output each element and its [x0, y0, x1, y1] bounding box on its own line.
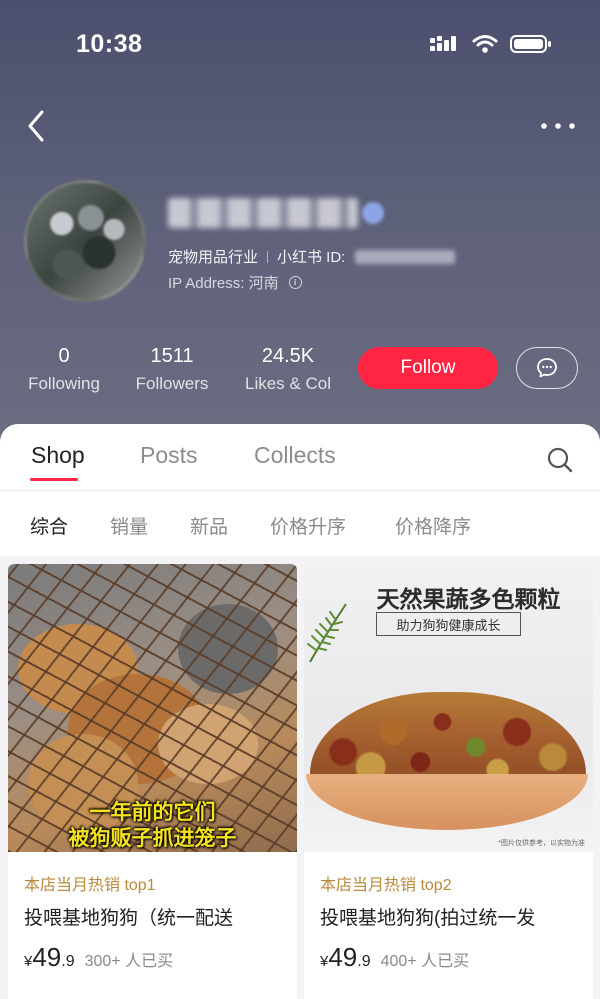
product-card[interactable]: 天然果蔬多色颗粒 助力狗狗健康成长 *图片仅供参考，以实物为准 本店当月热销 t…	[304, 564, 593, 999]
price-decimal: .9	[61, 953, 75, 970]
image-headline: 天然果蔬多色颗粒	[376, 586, 561, 612]
product-image: 天然果蔬多色颗粒 助力狗狗健康成长 *图片仅供参考，以实物为准	[304, 564, 593, 852]
wifi-icon	[472, 35, 498, 53]
meta-divider	[267, 250, 269, 263]
stat-likes-value: 24.5K	[261, 345, 315, 367]
product-tag: 本店当月热销 top2	[320, 877, 452, 894]
industry-label: 宠物用品行业	[168, 249, 259, 266]
sold-count: 300+ 人已买	[84, 953, 174, 970]
profile-header: 10:38 宠物用品行业 小红书 ID: IP Address: 河南 i 0 …	[0, 0, 600, 460]
stat-followers[interactable]: 1511 Followers	[130, 344, 214, 394]
product-image: 一年前的它们 被狗贩子抓进笼子	[8, 564, 297, 852]
status-time: 10:38	[76, 30, 143, 58]
id-value-redacted	[355, 249, 456, 264]
chevron-left-icon	[28, 110, 44, 142]
product-tag: 本店当月热销 top1	[24, 877, 156, 894]
more-horizontal-icon	[541, 123, 575, 129]
price-integer: 49	[328, 942, 358, 972]
sort-filters: 综合 销量 新品 价格升序 价格降序	[0, 512, 600, 540]
stat-likes[interactable]: 24.5K Likes & Col	[238, 344, 338, 394]
search-button[interactable]	[546, 446, 574, 474]
filter-price-desc[interactable]: 价格降序	[395, 512, 471, 539]
stat-likes-label: Likes & Col	[245, 374, 331, 393]
info-icon[interactable]: i	[288, 276, 302, 289]
stat-followers-value: 1511	[150, 345, 194, 367]
content-panel: Shop Posts Collects 综合 销量 新品 价格升序 价格降序 一…	[0, 424, 600, 999]
stat-following-label: Following	[28, 374, 100, 393]
stat-following[interactable]: 0 Following	[22, 344, 106, 394]
status-icons	[430, 34, 552, 54]
price-currency: ¥	[320, 953, 329, 970]
chat-bubble-icon	[537, 358, 557, 378]
profile-meta-row: 宠物用品行业 小红书 ID:	[168, 246, 456, 267]
status-bar: 10:38	[0, 28, 600, 62]
image-caption-line2: 被狗贩子抓进笼子	[68, 827, 237, 850]
id-label: 小红书 ID:	[277, 249, 346, 266]
battery-icon	[510, 35, 551, 53]
sold-count: 400+ 人已买	[380, 953, 470, 970]
filter-comprehensive[interactable]: 综合	[30, 512, 68, 539]
product-title: 投喂基地狗狗(拍过统一发	[320, 908, 536, 929]
active-tab-indicator	[30, 478, 78, 481]
ip-row: IP Address: 河南 i	[168, 272, 302, 293]
stat-followers-label: Followers	[135, 374, 209, 393]
search-icon	[547, 447, 573, 473]
avatar[interactable]	[24, 180, 146, 302]
price-decimal: .9	[357, 953, 371, 970]
price-integer: 49	[32, 942, 62, 972]
product-price-row: ¥ 49 .9 300+ 人已买	[24, 942, 173, 973]
image-subheadline: 助力狗狗健康成长	[376, 612, 521, 636]
follow-button[interactable]: Follow	[358, 347, 498, 389]
tab-collects[interactable]: Collects	[254, 442, 336, 469]
signal-icon	[430, 36, 456, 51]
tab-posts[interactable]: Posts	[140, 442, 198, 469]
profile-name-redacted	[168, 198, 358, 228]
product-title: 投喂基地狗狗（统一配送	[24, 908, 234, 929]
ip-address: IP Address: 河南	[168, 275, 279, 292]
image-disclaimer: *图片仅供参考，以实物为准	[498, 840, 585, 847]
profile-tabs: Shop Posts Collects	[0, 442, 600, 492]
tab-divider	[0, 490, 600, 491]
bowl	[306, 774, 588, 830]
product-card[interactable]: 一年前的它们 被狗贩子抓进笼子 本店当月热销 top1 投喂基地狗狗（统一配送 …	[8, 564, 297, 999]
back-button[interactable]	[22, 104, 62, 148]
more-options-button[interactable]	[540, 114, 576, 138]
filter-sales[interactable]: 销量	[110, 512, 148, 539]
price-currency: ¥	[24, 953, 33, 970]
product-price-row: ¥ 49 .9 400+ 人已买	[320, 942, 469, 973]
filter-price-asc[interactable]: 价格升序	[270, 512, 346, 539]
verified-badge-icon	[362, 202, 384, 224]
tab-shop[interactable]: Shop	[31, 442, 85, 469]
filter-new[interactable]: 新品	[190, 512, 228, 539]
message-button[interactable]	[516, 347, 578, 389]
stat-following-value: 0	[58, 345, 70, 367]
